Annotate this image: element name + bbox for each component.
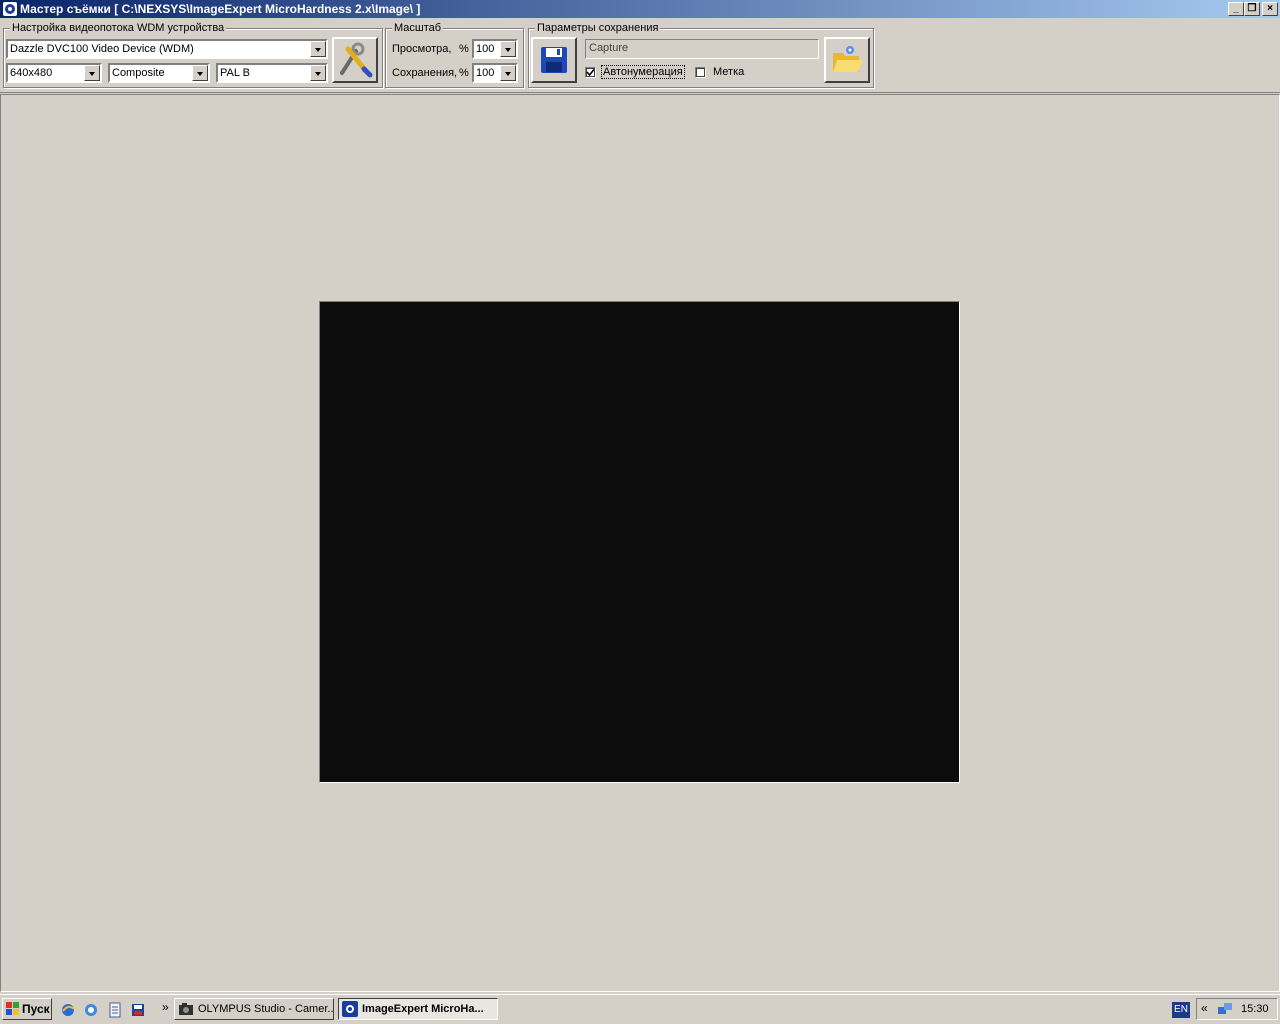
device-value: Dazzle DVC100 Video Device (WDM) [10, 43, 194, 55]
floppy-disk-icon[interactable] [130, 1002, 146, 1018]
video-settings-group: Настройка видеопотока WDM устройства Daz… [3, 22, 383, 88]
chevron-down-icon[interactable] [84, 65, 100, 81]
windows-logo-icon [6, 1002, 19, 1015]
chevron-down-icon[interactable] [500, 41, 516, 57]
chevron-down-icon[interactable] [192, 65, 208, 81]
preview-scale-select[interactable]: 100 [472, 39, 518, 59]
scale-label: Масштаб [392, 22, 444, 34]
checkmark-icon [586, 68, 595, 77]
scale-group: Масштаб Просмотра, % 100 Сохранения, % 1… [385, 22, 524, 88]
autonumber-label[interactable]: Автонумерация [601, 65, 685, 79]
standard-select[interactable]: PAL B [216, 63, 328, 83]
start-label: Пуск [22, 1002, 50, 1016]
internet-explorer-icon[interactable] [60, 1002, 76, 1018]
save-scale-unit: % [459, 67, 469, 79]
clock[interactable]: 15:30 [1241, 1003, 1269, 1015]
autonumber-checkbox[interactable] [585, 67, 596, 78]
preview-scale-value: 100 [476, 43, 495, 55]
app-icon [342, 1001, 358, 1017]
filename-value: Capture [589, 42, 629, 54]
input-value: Composite [112, 67, 165, 79]
input-select[interactable]: Composite [108, 63, 210, 83]
language-indicator[interactable]: EN [1172, 1002, 1190, 1018]
chevron-down-icon[interactable] [310, 41, 326, 57]
device-settings-button[interactable] [332, 37, 378, 83]
toolbar: Настройка видеопотока WDM устройства Daz… [0, 18, 1280, 92]
resolution-value: 640x480 [10, 67, 53, 79]
close-button[interactable]: × [1262, 2, 1278, 16]
taskbar-button-olympus[interactable]: OLYMPUS Studio - Camer... [174, 998, 334, 1020]
resolution-select[interactable]: 640x480 [6, 63, 102, 83]
save-params-group: Параметры сохранения Capture Автонумерац… [528, 22, 874, 88]
camera-icon [179, 1003, 193, 1015]
tray-expand-chevron[interactable]: « [1201, 1001, 1208, 1015]
quicklaunch-chevron[interactable]: » [162, 1000, 169, 1014]
save-scale-select[interactable]: 100 [472, 63, 518, 83]
video-preview[interactable] [319, 301, 960, 783]
video-settings-label: Настройка видеопотока WDM устройства [10, 22, 227, 34]
filename-field[interactable]: Capture [585, 39, 819, 59]
notepad-icon[interactable] [107, 1002, 123, 1018]
preview-scale-unit: % [459, 43, 469, 55]
mark-checkbox[interactable] [695, 67, 706, 78]
taskbar: Пуск » OLYMPUS Studio - Camer... ImageEx… [0, 994, 1280, 1024]
title-bar[interactable]: Мастер съёмки [ C:\NEXSYS\ImageExpert Mi… [0, 0, 1280, 18]
taskbar-label: OLYMPUS Studio - Camer... [198, 1003, 334, 1015]
browser-icon[interactable] [83, 1002, 99, 1018]
save-button[interactable] [531, 37, 577, 83]
save-scale-label: Сохранения, [392, 67, 458, 79]
mark-label[interactable]: Метка [713, 66, 744, 78]
browse-folder-button[interactable] [824, 37, 870, 83]
start-button[interactable]: Пуск [2, 998, 52, 1020]
save-scale-value: 100 [476, 67, 495, 79]
chevron-down-icon[interactable] [500, 65, 516, 81]
open-folder-icon [833, 46, 863, 72]
system-tray: « 15:30 [1196, 998, 1278, 1020]
restore-button[interactable]: ❐ [1244, 2, 1260, 16]
tools-icon [340, 42, 373, 78]
taskbar-label: ImageExpert MicroHa... [362, 1003, 484, 1015]
network-icon[interactable] [1217, 1001, 1233, 1017]
standard-value: PAL B [220, 67, 250, 79]
save-params-label: Параметры сохранения [535, 22, 661, 34]
floppy-disk-icon [541, 47, 567, 73]
minimize-button[interactable]: _ [1228, 2, 1244, 16]
device-select[interactable]: Dazzle DVC100 Video Device (WDM) [6, 39, 328, 59]
window-title: Мастер съёмки [ C:\NEXSYS\ImageExpert Mi… [20, 2, 421, 16]
app-icon [3, 2, 17, 16]
preview-scale-label: Просмотра, [392, 43, 452, 55]
taskbar-button-imageexpert[interactable]: ImageExpert MicroHa... [338, 998, 498, 1020]
chevron-down-icon[interactable] [310, 65, 326, 81]
